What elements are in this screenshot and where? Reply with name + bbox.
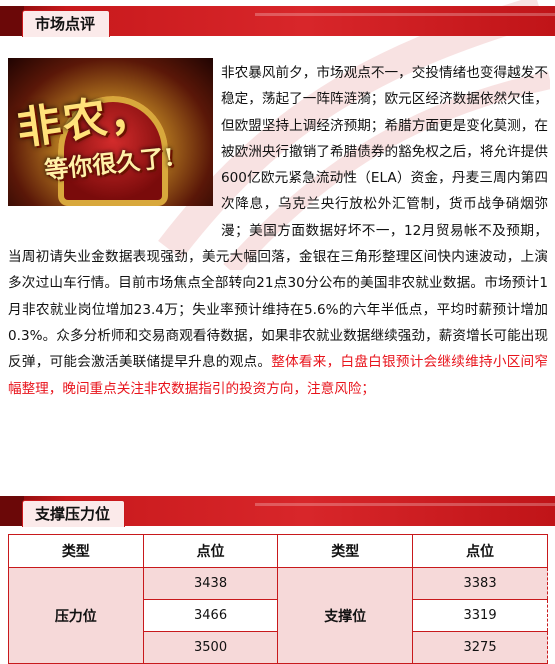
levels-section-title: 支撑压力位 [22,500,126,527]
pressure-level-value: 3466 [142,599,279,632]
support-level-value: 3319 [412,599,548,632]
levels-header-bar: 支撑压力位 [0,496,555,527]
header-type: 类型 [277,534,414,568]
support-level-value: 3383 [412,567,548,600]
market-commentary-text: 非农暴风前夕，市场观点不一，交投情绪也变得越发不稳定，荡起了一阵阵涟漪；欧元区经… [8,60,548,402]
header-bar-tail [0,496,24,526]
header-level: 点位 [142,534,279,568]
pressure-level-value: 3500 [142,631,279,664]
header-bar-stripe [255,503,555,506]
header-level: 点位 [412,534,548,568]
pressure-label: 压力位 [8,567,144,664]
commentary-header-bar: 市场点评 [0,6,555,37]
support-resistance-table: 类型 点位 类型 点位 压力位 3438 支撑位 3383 3466 3319 … [8,534,548,664]
commentary-section-title: 市场点评 [22,10,111,37]
table-header-row: 类型 点位 类型 点位 [8,534,548,568]
header-bar-stripe [255,13,555,16]
support-label: 支撑位 [277,567,414,664]
header-bar-tail [0,6,24,36]
pressure-level-value: 3438 [142,567,279,600]
table-row: 压力位 3438 支撑位 3383 [8,567,548,664]
support-level-value: 3275 [412,631,548,664]
header-type: 类型 [8,534,144,568]
